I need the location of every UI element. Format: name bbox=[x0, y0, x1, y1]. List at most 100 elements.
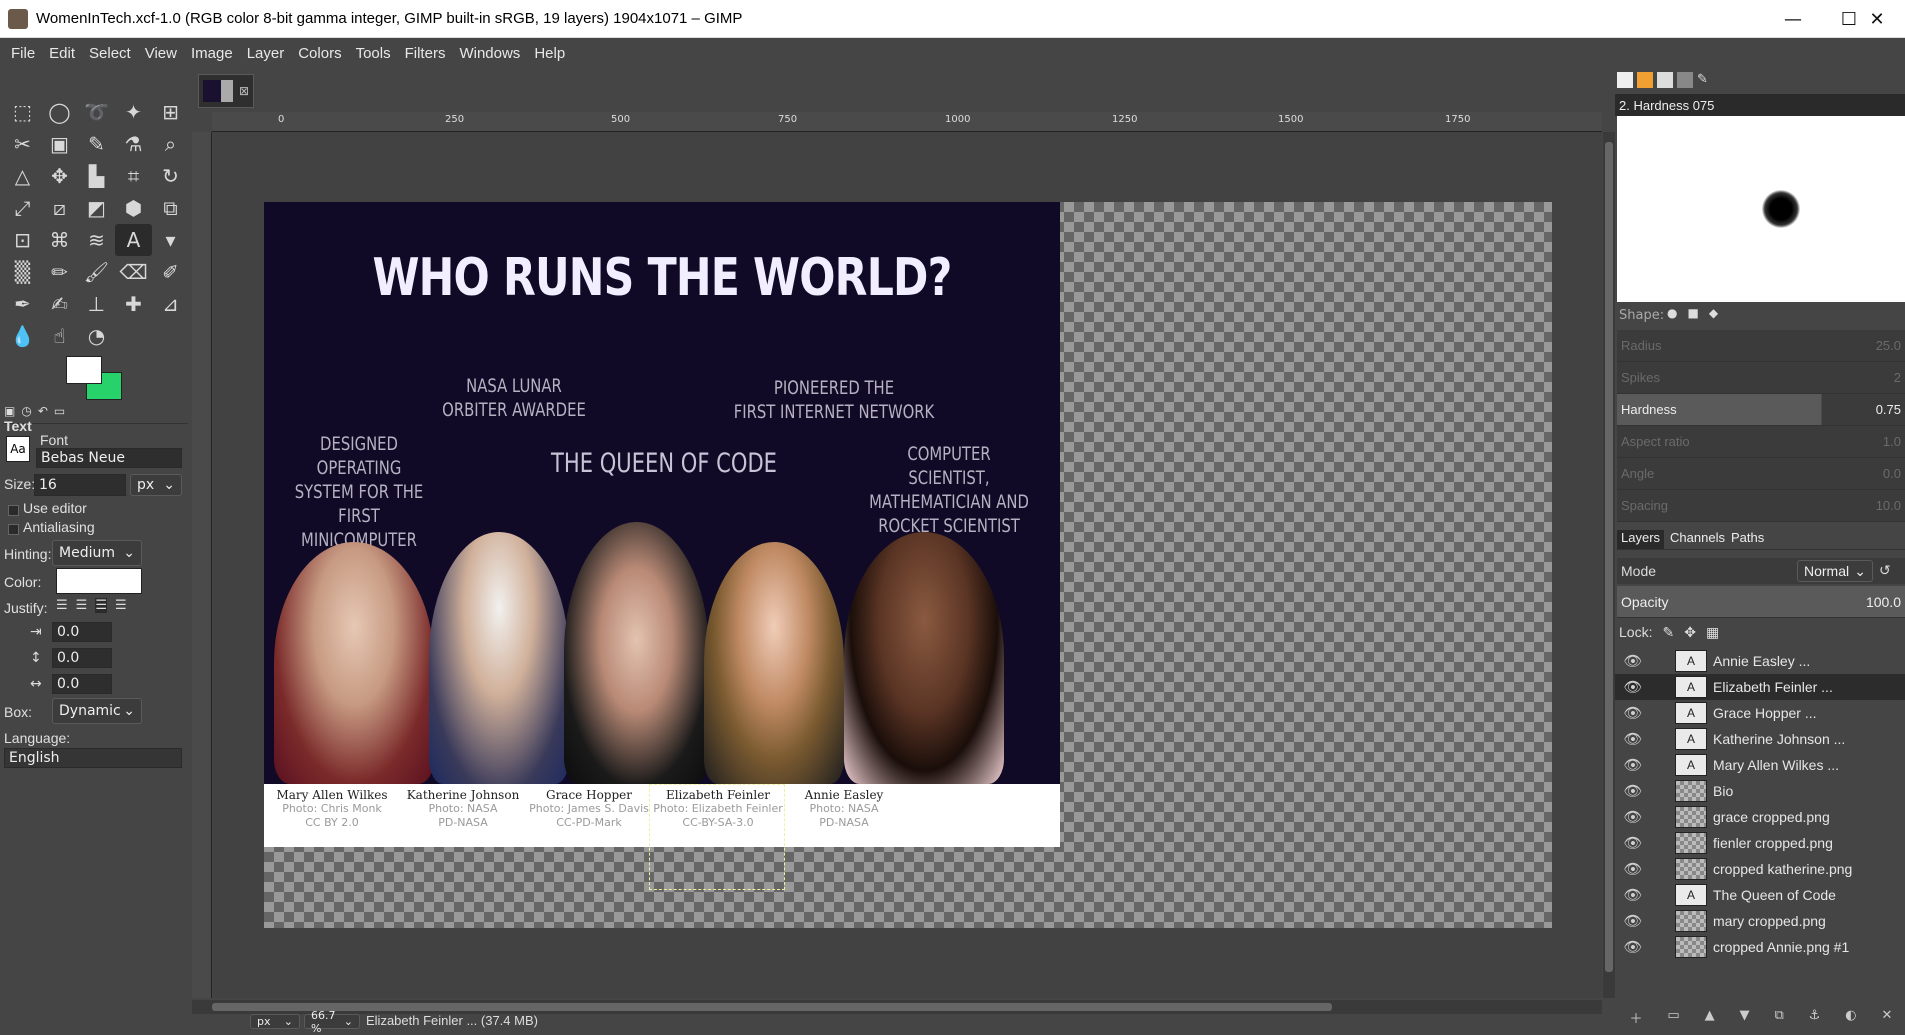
hinting-select[interactable]: Medium ⌄ bbox=[52, 540, 142, 566]
layer-row[interactable]: 👁 Bio bbox=[1615, 778, 1905, 804]
rect-select-icon[interactable]: ⬚ bbox=[4, 96, 41, 128]
mask-layer-icon[interactable]: ◐ bbox=[1845, 1008, 1856, 1028]
documents-tab-icon[interactable] bbox=[1677, 72, 1693, 88]
hardness-slider[interactable]: Hardness 0.75 bbox=[1617, 394, 1905, 426]
antialiasing-checkbox[interactable] bbox=[8, 524, 19, 535]
paths-tab[interactable]: Paths bbox=[1731, 530, 1764, 549]
ellipse-select-icon[interactable]: ◯ bbox=[41, 96, 78, 128]
pencil-icon[interactable]: ✏ bbox=[41, 256, 78, 288]
close-tab-icon[interactable]: ⊠ bbox=[239, 84, 249, 98]
spacing-slider[interactable]: Spacing 10.0 bbox=[1617, 490, 1905, 522]
menu-select[interactable]: Select bbox=[82, 45, 138, 62]
canvas-viewport[interactable]: WHO RUNS THE WORLD? NASA LUNAR ORBITER A… bbox=[213, 132, 1602, 998]
menu-image[interactable]: Image bbox=[184, 45, 240, 62]
warp-icon[interactable]: ≋ bbox=[78, 224, 115, 256]
visibility-eye-icon[interactable]: 👁 bbox=[1615, 678, 1651, 696]
move-icon[interactable]: ✥ bbox=[41, 160, 78, 192]
visibility-eye-icon[interactable]: 👁 bbox=[1615, 886, 1651, 904]
fonts-tab-icon[interactable] bbox=[1657, 72, 1673, 88]
foreground-color-swatch[interactable] bbox=[66, 356, 102, 384]
justify-left-icon[interactable]: ☰ bbox=[56, 598, 68, 613]
zoom-icon[interactable]: ⌕ bbox=[152, 128, 189, 160]
diamond-shape-icon[interactable]: ◆ bbox=[1709, 306, 1718, 320]
heal-icon[interactable]: ✚ bbox=[115, 288, 152, 320]
anchor-layer-icon[interactable]: ⚓ bbox=[1809, 1008, 1821, 1028]
visibility-eye-icon[interactable]: 👁 bbox=[1615, 730, 1651, 748]
shear-icon[interactable]: ⧄ bbox=[41, 192, 78, 224]
menu-file[interactable]: File bbox=[4, 45, 42, 62]
justify-right-icon[interactable]: ☰ bbox=[76, 598, 88, 613]
perspective-icon[interactable]: ◩ bbox=[78, 192, 115, 224]
visibility-eye-icon[interactable]: 👁 bbox=[1615, 860, 1651, 878]
opacity-slider[interactable]: Opacity 100.0 bbox=[1617, 586, 1905, 618]
circle-shape-icon[interactable]: ● bbox=[1667, 306, 1677, 320]
new-group-icon[interactable]: ▭ bbox=[1667, 1008, 1679, 1028]
mode-reset-icon[interactable]: ↺ bbox=[1879, 562, 1891, 579]
minimize-button[interactable]: — bbox=[1765, 0, 1821, 38]
smudge-icon[interactable]: ☝ bbox=[41, 320, 78, 352]
font-preview-icon[interactable]: Aa bbox=[6, 436, 30, 462]
active-layer-boundary[interactable] bbox=[649, 784, 785, 890]
language-field[interactable]: English bbox=[4, 748, 182, 768]
ink-icon[interactable]: ✒ bbox=[4, 288, 41, 320]
menu-view[interactable]: View bbox=[138, 45, 184, 62]
justify-fill-icon[interactable]: ☰ bbox=[115, 598, 127, 613]
spikes-slider[interactable]: Spikes 2 bbox=[1617, 362, 1905, 394]
close-button[interactable]: ✕ bbox=[1849, 0, 1905, 38]
box-select[interactable]: Dynamic ⌄ bbox=[52, 698, 142, 724]
menu-colors[interactable]: Colors bbox=[291, 45, 348, 62]
gradient-icon[interactable]: ▒ bbox=[4, 256, 41, 288]
cage-transform-icon[interactable]: ⌘ bbox=[41, 224, 78, 256]
layer-row[interactable]: 👁 A Annie Easley ... bbox=[1615, 648, 1905, 674]
unit-select[interactable]: px ⌄ bbox=[250, 1014, 300, 1029]
vertical-scrollbar[interactable] bbox=[1603, 132, 1615, 998]
aspect-ratio-slider[interactable]: Aspect ratio 1.0 bbox=[1617, 426, 1905, 458]
layer-row[interactable]: 👁 A The Queen of Code bbox=[1615, 882, 1905, 908]
image-tab[interactable]: ⊠ bbox=[198, 74, 254, 108]
align-icon[interactable]: ▙ bbox=[78, 160, 115, 192]
text-tool-icon[interactable]: A bbox=[115, 224, 152, 256]
brushes-tab-icon[interactable] bbox=[1617, 72, 1633, 88]
channels-tab[interactable]: Channels bbox=[1670, 530, 1725, 549]
mypaint-brush-icon[interactable]: ✍ bbox=[41, 288, 78, 320]
delete-layer-icon[interactable]: ✕ bbox=[1882, 1008, 1893, 1028]
menu-tools[interactable]: Tools bbox=[349, 45, 398, 62]
eraser-icon[interactable]: ⌫ bbox=[115, 256, 152, 288]
lock-position-icon[interactable]: ✥ bbox=[1684, 624, 1696, 641]
layer-row[interactable]: 👁 A Grace Hopper ... bbox=[1615, 700, 1905, 726]
layer-row[interactable]: 👁 fienler cropped.png bbox=[1615, 830, 1905, 856]
mode-select[interactable]: Normal ⌄ bbox=[1797, 560, 1873, 582]
foreground-select-icon[interactable]: ▣ bbox=[41, 128, 78, 160]
menu-layer[interactable]: Layer bbox=[240, 45, 292, 62]
text-color-swatch[interactable] bbox=[56, 568, 142, 594]
horizontal-scroll-thumb[interactable] bbox=[212, 1003, 1332, 1011]
size-unit-select[interactable]: px ⌄ bbox=[130, 474, 182, 496]
layer-row[interactable]: 👁 grace cropped.png bbox=[1615, 804, 1905, 830]
paths-icon[interactable]: ✎ bbox=[78, 128, 115, 160]
scale-icon[interactable]: ⤢ bbox=[4, 192, 41, 224]
fuzzy-select-icon[interactable]: ✦ bbox=[115, 96, 152, 128]
layer-row[interactable]: 👁 A Elizabeth Feinler ... bbox=[1615, 674, 1905, 700]
font-field[interactable]: Bebas Neue bbox=[36, 448, 182, 468]
crop-icon[interactable]: ⌗ bbox=[115, 160, 152, 192]
lock-alpha-icon[interactable]: ▦ bbox=[1706, 624, 1719, 641]
zoom-select[interactable]: 66.7 % ⌄ bbox=[304, 1009, 360, 1035]
bucket-fill-icon[interactable]: ▾ bbox=[152, 224, 189, 256]
visibility-eye-icon[interactable]: 👁 bbox=[1615, 756, 1651, 774]
color-select-icon[interactable]: ⊞ bbox=[152, 96, 189, 128]
lower-layer-icon[interactable]: ▼ bbox=[1740, 1008, 1750, 1028]
layer-row[interactable]: 👁 mary cropped.png bbox=[1615, 908, 1905, 934]
radius-slider[interactable]: Radius 25.0 bbox=[1617, 330, 1905, 362]
angle-slider[interactable]: Angle 0.0 bbox=[1617, 458, 1905, 490]
use-editor-checkbox[interactable] bbox=[8, 505, 19, 516]
menu-edit[interactable]: Edit bbox=[42, 45, 82, 62]
free-select-icon[interactable]: ➰ bbox=[78, 96, 115, 128]
menu-filters[interactable]: Filters bbox=[398, 45, 453, 62]
indent-field[interactable]: 0.0 bbox=[52, 622, 112, 642]
transform-3d-icon[interactable]: ⬢ bbox=[115, 192, 152, 224]
visibility-eye-icon[interactable]: 👁 bbox=[1615, 834, 1651, 852]
size-field[interactable]: 16 bbox=[34, 474, 126, 496]
layer-row[interactable]: 👁 A Mary Allen Wilkes ... bbox=[1615, 752, 1905, 778]
visibility-eye-icon[interactable]: 👁 bbox=[1615, 704, 1651, 722]
duplicate-layer-icon[interactable]: ⧉ bbox=[1774, 1008, 1783, 1028]
